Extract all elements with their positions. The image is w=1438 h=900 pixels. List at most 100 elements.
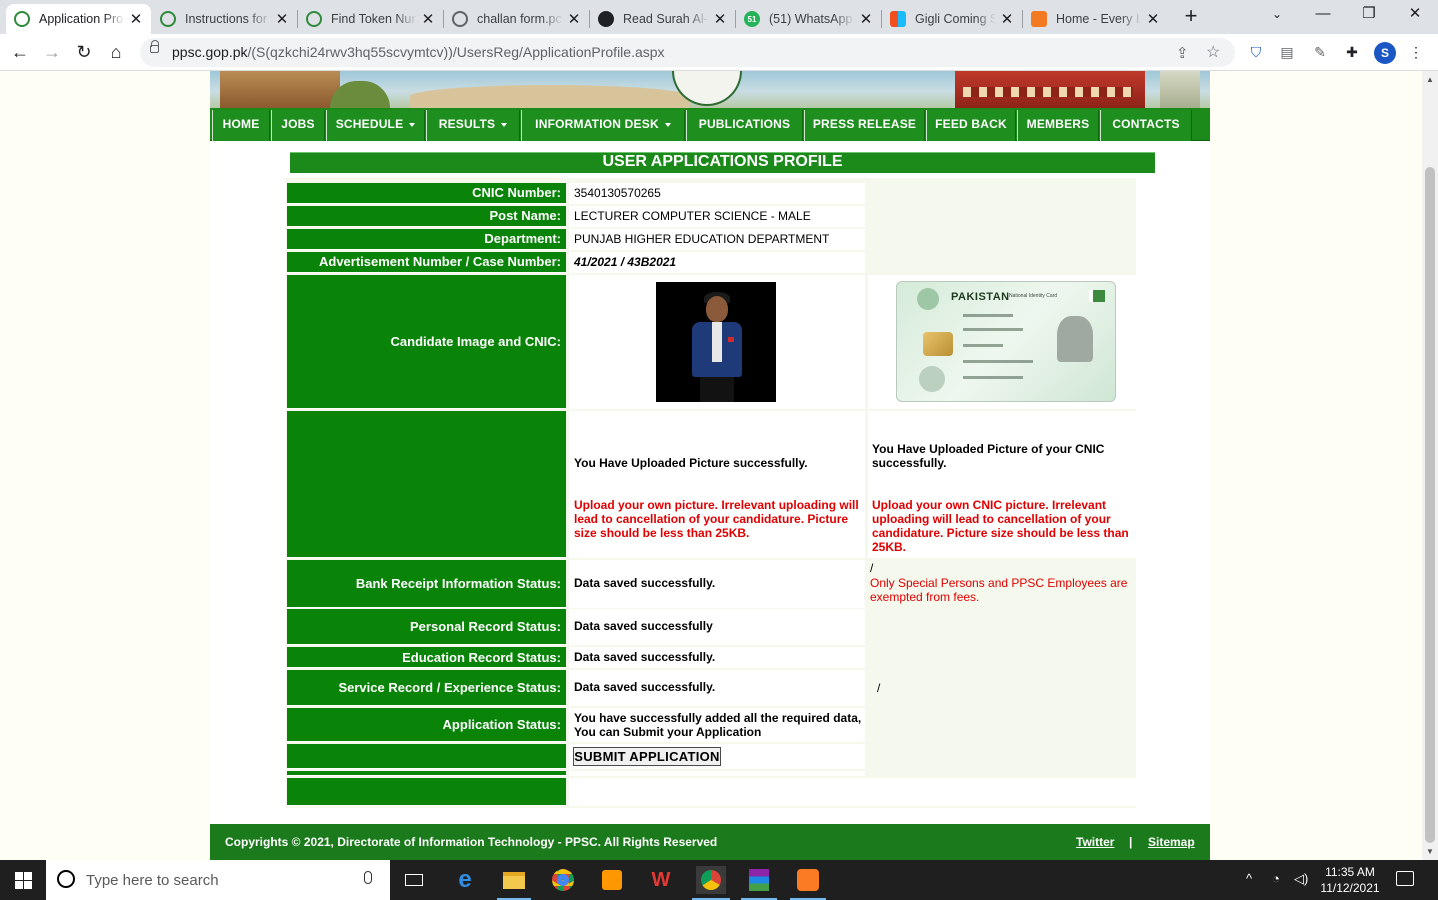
cnic-hologram xyxy=(919,366,945,392)
nav-jobs[interactable]: JOBS xyxy=(271,110,325,141)
cnic-card-image: PAKISTAN National Identity Card xyxy=(896,281,1116,402)
bitwarden-shield-icon[interactable]: ⛉ xyxy=(1246,42,1266,62)
new-tab-icon[interactable]: + xyxy=(1180,5,1202,28)
taskbar-clock[interactable]: 11:35 AM 11/12/2021 xyxy=(1314,864,1386,896)
nav-label: INFORMATION DESK xyxy=(535,117,659,131)
close-tab-icon[interactable]: ✕ xyxy=(1000,10,1014,28)
caret-down-icon xyxy=(501,122,508,127)
close-tab-icon[interactable]: ✕ xyxy=(421,10,435,28)
chrome-profile-icon[interactable] xyxy=(696,866,726,894)
scroll-up-icon[interactable]: ▲ xyxy=(1426,75,1434,84)
education-record-value: Data saved successfully. xyxy=(569,647,865,668)
notification-center-icon[interactable] xyxy=(1396,871,1414,886)
eyedropper-icon[interactable]: ✎ xyxy=(1310,42,1330,62)
wps-office-icon[interactable]: W xyxy=(647,866,675,894)
cnic-portrait xyxy=(1057,316,1093,362)
restore-icon[interactable]: ❐ xyxy=(1346,0,1392,30)
chrome-icon[interactable] xyxy=(549,866,577,894)
nav-label: SCHEDULE xyxy=(335,117,404,131)
tab-home-every[interactable]: Home - Every I ✕ xyxy=(1023,4,1168,34)
back-arrow-icon[interactable]: ← xyxy=(8,40,32,64)
url-host: ppsc.gop.pk xyxy=(172,44,248,60)
taskbar-search-input[interactable]: Type here to search xyxy=(46,860,390,900)
tab-challan-form[interactable]: challan form.pc ✕ xyxy=(444,4,589,34)
nav-label: JOBS xyxy=(281,117,315,131)
close-tab-icon[interactable]: ✕ xyxy=(275,10,289,28)
quran-icon xyxy=(598,11,614,27)
kebab-menu-icon[interactable]: ⋮ xyxy=(1406,42,1426,62)
scrollbar-thumb[interactable] xyxy=(1425,167,1435,843)
nav-publications[interactable]: PUBLICATIONS xyxy=(686,110,803,141)
nav-home[interactable]: HOME xyxy=(212,110,270,141)
application-status-value: You have successfully added all the requ… xyxy=(569,708,865,742)
clock-date: 11/12/2021 xyxy=(1320,881,1380,895)
nav-members[interactable]: MEMBERS xyxy=(1017,110,1099,141)
page-title: USER APPLICATIONS PROFILE xyxy=(290,152,1155,173)
bookmark-star-icon[interactable]: ☆ xyxy=(1206,42,1220,62)
profile-avatar[interactable]: S xyxy=(1374,42,1396,64)
extensions-puzzle-icon[interactable]: ✚ xyxy=(1342,42,1362,62)
tab-find-token[interactable]: Find Token Nur ✕ xyxy=(298,4,443,34)
nav-label: MEMBERS xyxy=(1026,117,1090,131)
tab-gigli[interactable]: Gigli Coming S ✕ xyxy=(882,4,1022,34)
nav-results[interactable]: RESULTS xyxy=(426,110,520,141)
nav-press-release[interactable]: PRESS RELEASE xyxy=(804,110,925,141)
photo-pocket-square xyxy=(728,337,734,342)
forward-arrow-icon[interactable]: → xyxy=(40,40,64,64)
lock-icon xyxy=(150,40,159,53)
reload-icon[interactable]: ↻ xyxy=(72,40,96,64)
close-tab-icon[interactable]: ✕ xyxy=(129,10,143,28)
ppsc-icon xyxy=(306,11,322,27)
advertisement-label: Advertisement Number / Case Number: xyxy=(287,252,566,273)
department-value: PUNJAB HIGHER EDUCATION DEPARTMENT xyxy=(569,229,865,250)
tab-application-profile[interactable]: Application Pro ✕ xyxy=(6,4,151,34)
close-tab-icon[interactable]: ✕ xyxy=(859,10,873,28)
volume-icon[interactable]: ◁) xyxy=(1294,871,1308,887)
close-tab-icon[interactable]: ✕ xyxy=(1146,10,1160,28)
tab-whatsapp[interactable]: 51 (51) WhatsApp ✕ xyxy=(736,4,881,34)
xampp-icon[interactable] xyxy=(794,866,822,894)
document-extension-icon[interactable]: ▤ xyxy=(1277,42,1297,62)
cnic-card-title: PAKISTAN xyxy=(951,291,1010,303)
microphone-icon[interactable] xyxy=(364,871,372,884)
cnic-text-line xyxy=(963,376,1023,379)
edge-icon[interactable]: e xyxy=(451,866,479,894)
sitemap-link[interactable]: Sitemap xyxy=(1148,835,1195,849)
tab-read-surah[interactable]: Read Surah Al- ✕ xyxy=(590,4,735,34)
url-text: ppsc.gop.pk/(S(qzkchi24rwv3hq55scvymtcv)… xyxy=(172,44,665,60)
nav-information-desk[interactable]: INFORMATION DESK xyxy=(521,110,685,141)
submit-application-button[interactable]: SUBMIT APPLICATION xyxy=(573,747,721,766)
tab-search-chevron-icon[interactable]: ⌄ xyxy=(1254,0,1300,30)
tab-instructions[interactable]: Instructions for ✕ xyxy=(152,4,297,34)
scroll-down-icon[interactable]: ▼ xyxy=(1426,847,1434,856)
advertisement-value: 41/2021 / 43B2021 xyxy=(569,252,865,273)
nav-label: CONTACTS xyxy=(1112,117,1180,131)
windows-taskbar: Type here to search e W ^ ◔ ◁) 11:35 AM … xyxy=(0,860,1438,900)
sublime-text-icon[interactable] xyxy=(598,866,626,894)
close-tab-icon[interactable]: ✕ xyxy=(567,10,581,28)
photo-legs xyxy=(700,377,734,402)
share-icon[interactable]: ⇪ xyxy=(1176,44,1189,62)
nav-contacts[interactable]: CONTACTS xyxy=(1100,110,1192,141)
nav-feed-back[interactable]: FEED BACK xyxy=(926,110,1016,141)
spacer-row-cell xyxy=(569,771,865,776)
nav-label: FEED BACK xyxy=(935,117,1007,131)
show-hidden-icons-icon[interactable]: ^ xyxy=(1246,871,1252,886)
close-window-icon[interactable]: ✕ xyxy=(1392,0,1438,30)
service-slash: / xyxy=(877,681,881,695)
windows-start-icon[interactable] xyxy=(0,860,46,900)
nav-schedule[interactable]: SCHEDULE xyxy=(326,110,425,141)
page-scrollbar[interactable]: ▲ ▼ xyxy=(1422,71,1438,860)
task-view-icon[interactable] xyxy=(400,866,428,894)
address-bar[interactable]: ppsc.gop.pk/(S(qzkchi24rwv3hq55scvymtcv)… xyxy=(140,38,1235,67)
file-explorer-icon[interactable] xyxy=(500,866,528,894)
home-icon[interactable]: ⌂ xyxy=(104,40,128,64)
minimize-icon[interactable]: — xyxy=(1300,0,1346,30)
cnic-upload-status: You Have Uploaded Picture of your CNIC s… xyxy=(868,411,1136,558)
bank-slash: / xyxy=(870,561,874,575)
winrar-icon[interactable] xyxy=(745,866,773,894)
close-tab-icon[interactable]: ✕ xyxy=(713,10,727,28)
network-icon[interactable]: ◔ xyxy=(1272,871,1280,886)
twitter-link[interactable]: Twitter xyxy=(1076,835,1114,849)
caret-down-icon xyxy=(409,122,416,127)
